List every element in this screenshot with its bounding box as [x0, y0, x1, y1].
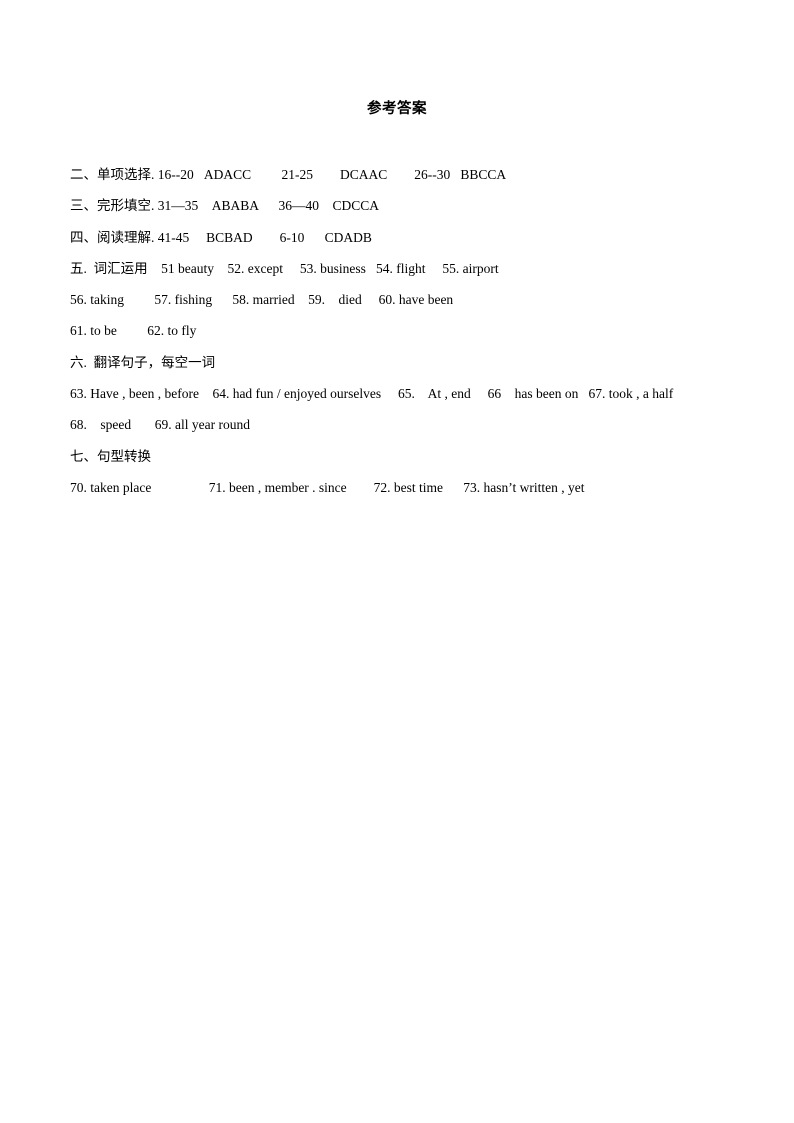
section-heading-sentence-transformation: 七、句型转换	[70, 448, 151, 464]
answer-line-vocabulary-cont-1: 56. taking 57. fishing 58. married 59. d…	[70, 292, 454, 308]
answer-list: 二、单项选择. 16--20 ADACC 21-25 DCAAC 26--30 …	[70, 159, 770, 503]
answer-line-vocabulary: 五. 词汇运用 51 beauty 52. except 53. busines…	[70, 260, 499, 276]
answer-key-page: 参考答案 二、单项选择. 16--20 ADACC 21-25 DCAAC 26…	[0, 0, 794, 1123]
answer-line-reading: 四、阅读理解. 41-45 BCBAD 6-10 CDADB	[70, 229, 372, 245]
section-heading-translation: 六. 翻译句子，每空一词	[70, 354, 216, 370]
answer-line-translation-2: 68. speed 69. all year round	[70, 417, 250, 433]
answer-line-translation-1: 63. Have , been , before 64. had fun / e…	[70, 386, 674, 402]
answer-line-sentence-transformation: 70. taken place 71. been , member . sinc…	[70, 479, 585, 495]
answer-line-cloze: 三、完形填空. 31—35 ABABA 36—40 CDCCA	[70, 198, 380, 214]
answer-line-multiple-choice: 二、单项选择. 16--20 ADACC 21-25 DCAAC 26--30 …	[70, 167, 507, 182]
answer-line-vocabulary-cont-2: 61. to be 62. to fly	[70, 323, 197, 339]
page-title: 参考答案	[367, 101, 427, 117]
